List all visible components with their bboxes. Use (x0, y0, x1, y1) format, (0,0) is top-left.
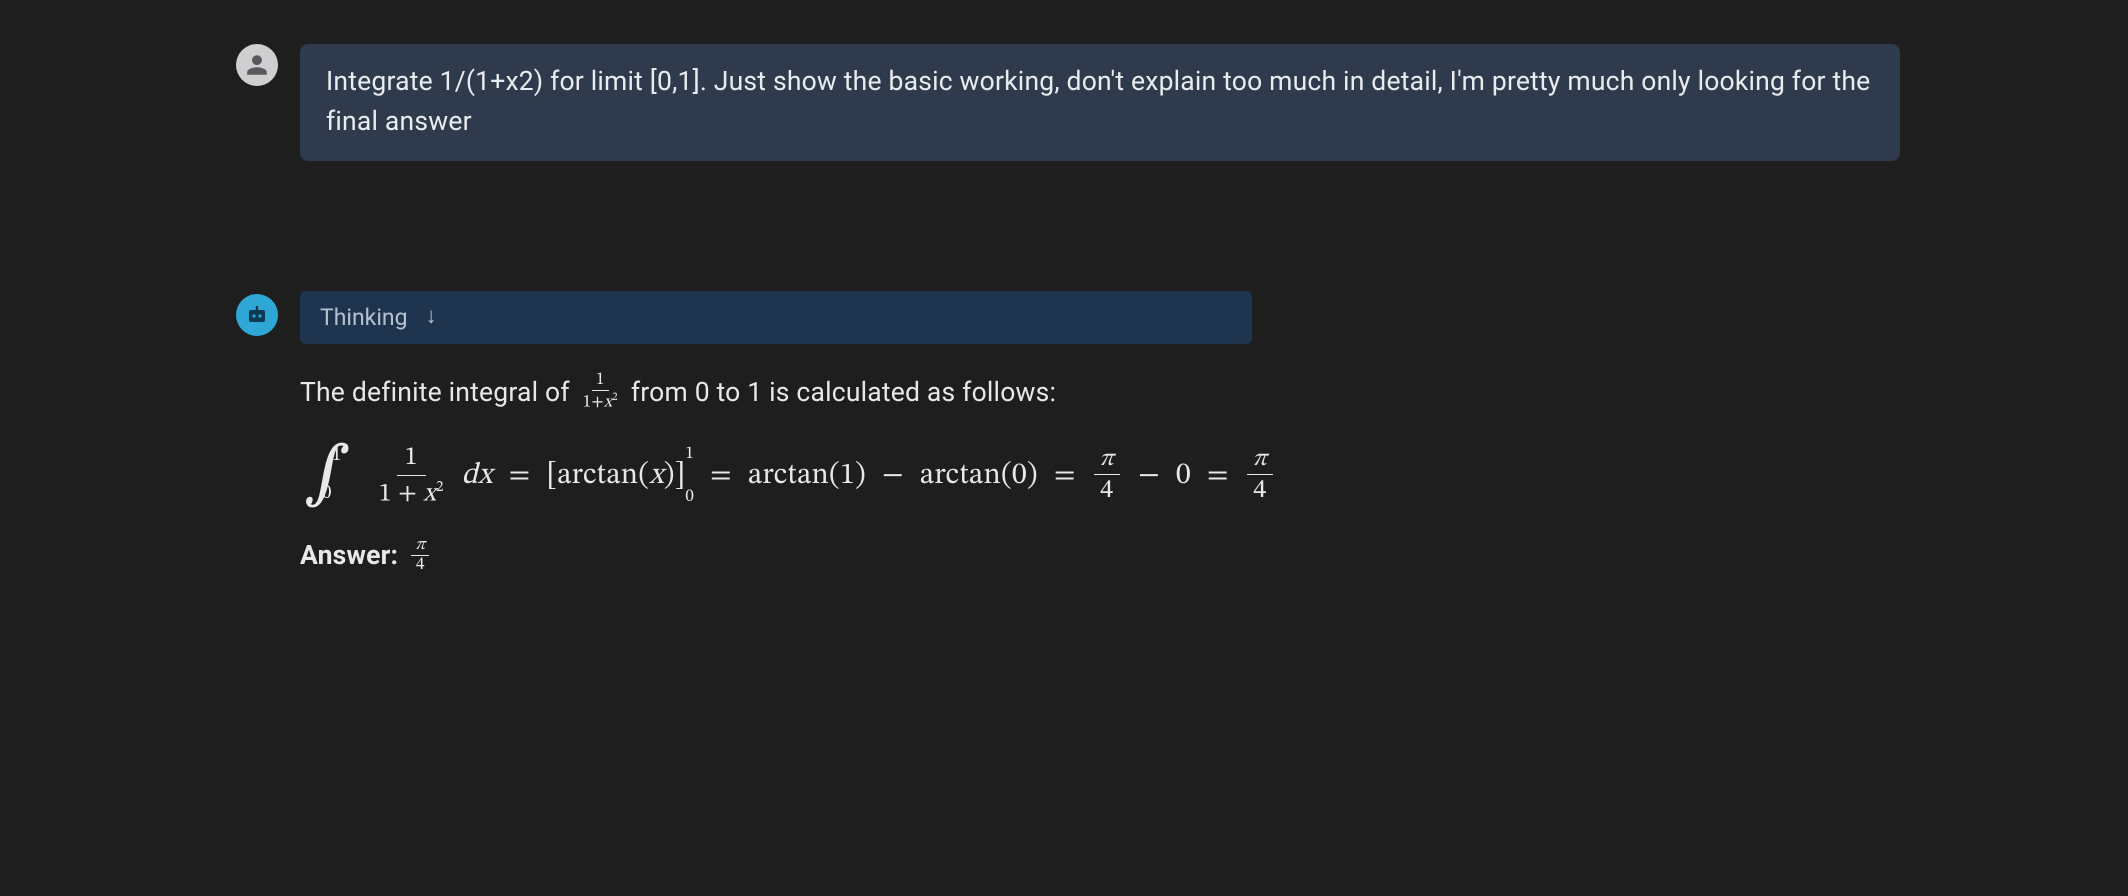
thinking-toggle[interactable]: Thinking ↓ (300, 291, 1252, 344)
minus-1: − (872, 453, 914, 500)
dx: dx (462, 453, 493, 500)
message-gap (236, 161, 2028, 291)
response-intro-pre: The definite integral of (300, 372, 570, 413)
response-intro-line: The definite integral of 1 1+x2 from 0 t… (300, 372, 1275, 413)
user-message-bubble: Integrate 1/(1+x2) for limit [0,1]. Just… (300, 44, 1900, 161)
chevron-down-icon: ↓ (426, 306, 437, 328)
arctan-1: arctan(1) (748, 453, 866, 500)
integrand-fraction: 1 1 + x2 (371, 445, 452, 508)
equals-2: = (700, 453, 742, 500)
answer-line: Answer: π 4 (300, 507, 1275, 576)
chat-container: Integrate 1/(1+x2) for limit [0,1]. Just… (0, 0, 2128, 576)
zero: 0 (1176, 453, 1191, 500)
bot-avatar-icon (236, 294, 278, 336)
bot-response: The definite integral of 1 1+x2 from 0 t… (300, 344, 1275, 577)
pi-over-4-b: π 4 (1247, 447, 1273, 504)
arctan-0: arctan(0) (920, 453, 1038, 500)
bot-message-column: Thinking ↓ The definite integral of 1 1+… (300, 291, 1275, 577)
thinking-label: Thinking (320, 304, 408, 331)
integral-lower: 0 (322, 479, 332, 508)
pi-over-4-a: π 4 (1094, 447, 1120, 504)
user-message-text: Integrate 1/(1+x2) for limit [0,1]. Just… (326, 66, 1870, 137)
answer-label: Answer: (300, 535, 398, 576)
equals-3: = (1044, 453, 1086, 500)
bot-message-row: Thinking ↓ The definite integral of 1 1+… (236, 291, 2028, 577)
integral-block: ∫ 1 0 (304, 445, 351, 506)
equals-1: = (499, 453, 541, 500)
inline-fraction: 1 1+x2 (579, 372, 622, 412)
equals-4: = (1197, 453, 1239, 500)
response-intro-post: from 0 to 1 is calculated as follows: (631, 372, 1056, 413)
inline-frac-den: 1+x2 (579, 391, 622, 412)
minus-2: − (1128, 453, 1170, 500)
user-message-row: Integrate 1/(1+x2) for limit [0,1]. Just… (236, 44, 2028, 161)
answer-fraction: π 4 (411, 537, 429, 574)
user-avatar-icon (236, 44, 278, 86)
display-equation: ∫ 1 0 1 1 + x2 dx = [arctan(x)] (300, 413, 1275, 508)
inline-frac-num: 1 (592, 372, 609, 391)
integral-upper: 1 (332, 441, 342, 470)
antiderivative-bracket: [arctan(x)] 1 0 (546, 452, 694, 500)
bracket-limits: 1 0 (685, 452, 694, 500)
